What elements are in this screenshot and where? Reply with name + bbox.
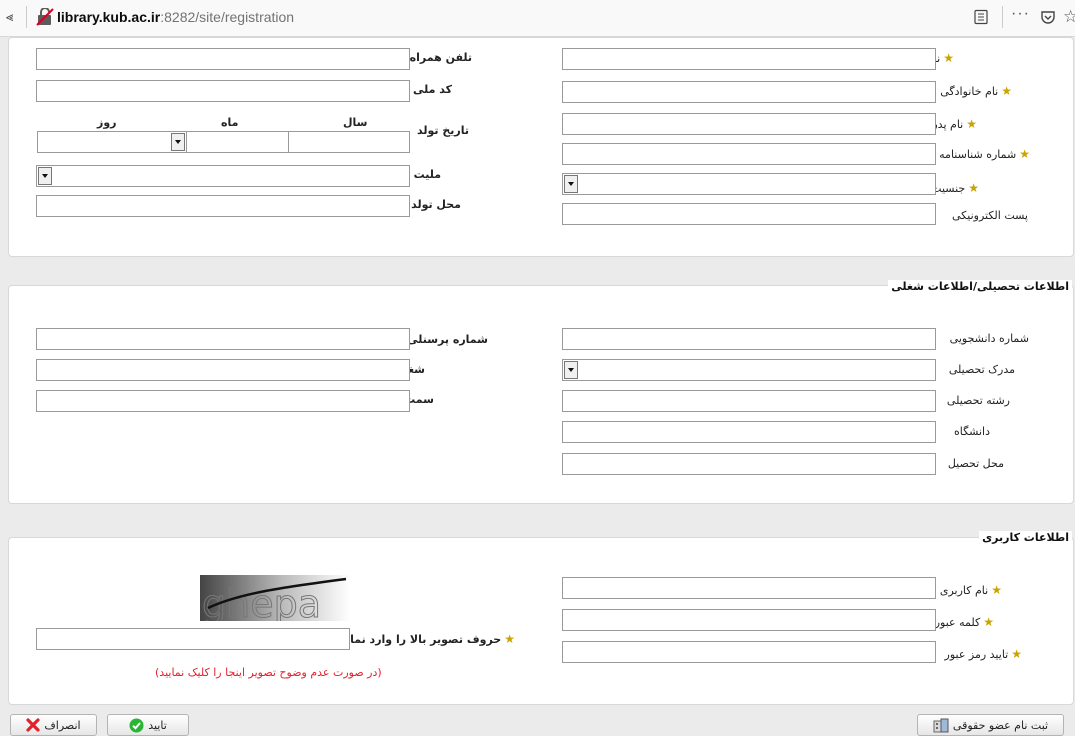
last-name-label: ★نام خانوادگی [940, 84, 1012, 98]
degree-label: مدرک تحصیلی [948, 363, 1015, 376]
captcha-input[interactable] [36, 628, 350, 650]
university-label: دانشگاه [953, 425, 990, 438]
month-header: ماه [221, 116, 239, 129]
required-star-icon: ★ [991, 583, 1002, 597]
confirm-password-label-text: تایید رمز عبور [944, 648, 1009, 661]
id-number-label-text: شماره شناسنامه [939, 148, 1017, 161]
url-text[interactable]: library.kub.ac.ir:8282/site/registration [57, 9, 294, 25]
id-number-label: ★شماره شناسنامه [939, 147, 1030, 161]
building-icon [933, 718, 949, 732]
captcha-text: ghepa [202, 582, 321, 621]
field-input[interactable] [562, 390, 936, 412]
required-star-icon: ★ [966, 117, 977, 131]
username-input[interactable] [562, 577, 936, 599]
chevron-down-icon [564, 175, 578, 193]
last-name-label-text: نام خانوادگی [940, 85, 999, 98]
student-number-label: شماره دانشجویی [949, 332, 1029, 345]
insecure-connection-icon[interactable] [36, 8, 54, 26]
password-input[interactable] [562, 609, 936, 631]
captcha-image[interactable]: ghepa [200, 575, 350, 621]
username-label: ★نام کاربری [940, 583, 1002, 597]
first-name-input[interactable] [562, 48, 936, 70]
required-star-icon: ★ [1019, 147, 1030, 161]
birth-month-input[interactable] [186, 131, 290, 153]
captcha-refresh-link[interactable]: (در صورت عدم وضوح تصویر اینجا را کلیک نم… [155, 666, 382, 679]
position-input[interactable] [36, 390, 410, 412]
last-name-input[interactable] [562, 81, 936, 103]
job-input[interactable] [36, 359, 410, 381]
page-info-icon[interactable]: ⪡ [6, 9, 13, 25]
study-place-label: محل تحصیل [947, 457, 1004, 470]
password-label-text: کلمه عبور [934, 616, 981, 629]
nationality-label: ملیت [413, 168, 441, 181]
chevron-down-icon [38, 167, 52, 185]
birth-place-label: محل تولد [411, 198, 461, 211]
browser-url-bar[interactable]: ⪡ library.kub.ac.ir:8282/site/registrati… [0, 0, 1075, 37]
student-number-input[interactable] [562, 328, 936, 350]
email-label: پست الکترونیکی [952, 209, 1028, 222]
confirm-password-input[interactable] [562, 641, 936, 663]
year-header: سال [343, 116, 368, 129]
captcha-prompt-text: حروف تصویر بالا را وارد نمایید [335, 633, 502, 646]
mobile-label: تلفن همراه [409, 51, 472, 64]
url-path: :8282/site/registration [160, 9, 295, 25]
confirm-button-label: تایید [148, 718, 167, 732]
user-section-title: اطلاعات کاربری [979, 531, 1072, 544]
chevron-down-icon [564, 361, 578, 379]
birth-place-input[interactable] [36, 195, 410, 217]
cancel-x-icon [26, 718, 41, 732]
url-host: library.kub.ac.ir [57, 9, 161, 25]
reader-view-icon[interactable] [973, 9, 989, 25]
required-star-icon: ★ [1011, 647, 1022, 661]
study-place-input[interactable] [562, 453, 936, 475]
email-input[interactable] [562, 203, 936, 225]
personnel-number-input[interactable] [36, 328, 410, 350]
nationality-select[interactable] [36, 165, 410, 187]
gender-select[interactable] [562, 173, 936, 195]
check-circle-icon [129, 718, 144, 732]
birth-date-label: تاریخ تولد [417, 124, 469, 137]
birth-year-input[interactable] [288, 131, 410, 153]
national-code-label: کد ملی [412, 83, 452, 96]
captcha-prompt-label: ★حروف تصویر بالا را وارد نمایید [335, 632, 515, 646]
personnel-number-label: شماره پرسنلی [407, 333, 488, 346]
father-name-input[interactable] [562, 113, 936, 135]
required-star-icon: ★ [504, 632, 515, 646]
mobile-input[interactable] [36, 48, 410, 70]
required-star-icon: ★ [943, 51, 954, 65]
father-name-label: ★نام پدر [932, 117, 977, 131]
degree-select[interactable] [562, 359, 936, 381]
birth-day-select[interactable] [37, 131, 187, 153]
father-name-label-text: نام پدر [932, 118, 964, 131]
field-label: رشته تحصیلی [946, 394, 1010, 407]
required-star-icon: ★ [983, 615, 994, 629]
id-number-input[interactable] [562, 143, 936, 165]
divider [26, 6, 27, 28]
national-code-input[interactable] [36, 80, 410, 102]
divider [1002, 6, 1003, 28]
pocket-icon[interactable] [1040, 9, 1056, 25]
university-input[interactable] [562, 421, 936, 443]
password-label: ★کلمه عبور [935, 615, 994, 629]
cancel-button-label: انصراف [44, 718, 81, 732]
chevron-down-icon [171, 133, 185, 151]
bookmark-star-icon[interactable]: ☆ [1063, 7, 1075, 27]
required-star-icon: ★ [1001, 84, 1012, 98]
gender-label-text: جنسیت [931, 182, 966, 195]
confirm-password-label: ★تایید رمز عبور [945, 647, 1022, 661]
username-label-text: نام کاربری [939, 584, 989, 597]
required-star-icon: ★ [968, 181, 979, 195]
gender-label: ★جنسیت [931, 181, 979, 195]
education-section-title: اطلاعات تحصیلی/اطلاعات شغلی [888, 280, 1072, 293]
day-header: روز [97, 116, 117, 129]
page-actions-icon[interactable]: ··· [1011, 5, 1030, 23]
legal-member-button-label: ثبت نام عضو حقوقی [952, 718, 1049, 732]
